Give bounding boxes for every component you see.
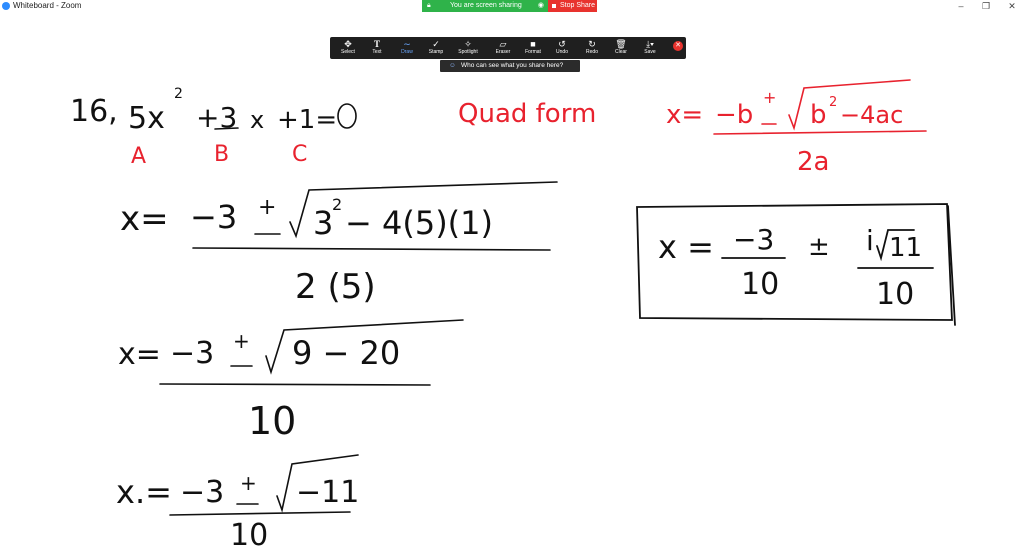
- problem-equation: 16, 5x 2 +3 x +1=: [70, 86, 357, 136]
- step-2: x= −3 + 9 − 20 10: [118, 319, 464, 443]
- svg-text:−3: −3: [190, 198, 237, 236]
- svg-text:x.=: x.=: [116, 473, 172, 511]
- svg-text:10: 10: [230, 518, 268, 553]
- svg-text:+: +: [763, 88, 776, 107]
- svg-text:2: 2: [829, 95, 837, 110]
- svg-text:16,: 16,: [70, 94, 118, 129]
- svg-text:+: +: [258, 195, 276, 220]
- svg-text:3: 3: [313, 204, 333, 242]
- svg-text:10: 10: [248, 399, 296, 443]
- svg-text:−4ac: −4ac: [840, 101, 903, 129]
- svg-text:5x: 5x: [128, 101, 165, 136]
- svg-text:−3: −3: [180, 475, 224, 510]
- svg-text:x =: x =: [658, 228, 714, 266]
- svg-text:2a: 2a: [797, 147, 829, 177]
- svg-text:−b: −b: [715, 100, 753, 130]
- step-3: x.= −3 + −11 10: [116, 454, 359, 553]
- svg-text:x=: x=: [120, 199, 169, 239]
- coeff-c-label: C: [292, 142, 307, 167]
- svg-text:±: ±: [808, 232, 830, 262]
- svg-text:− 4(5)(1): − 4(5)(1): [345, 204, 493, 242]
- svg-text:−3: −3: [170, 336, 214, 371]
- svg-text:b: b: [810, 100, 827, 130]
- svg-text:x=: x=: [666, 100, 703, 130]
- svg-text:11: 11: [889, 233, 922, 263]
- svg-text:+1=: +1=: [277, 105, 337, 135]
- svg-text:2 (5): 2 (5): [295, 267, 376, 307]
- svg-text:9 − 20: 9 − 20: [292, 334, 400, 372]
- step-1: x= −3 + 3 2 − 4(5)(1) 2 (5): [120, 181, 558, 307]
- quadratic-formula: x= −b + b 2 −4ac 2a: [666, 79, 927, 177]
- svg-text:10: 10: [876, 277, 914, 312]
- svg-text:x: x: [250, 106, 264, 134]
- coeff-b-label: B: [214, 142, 229, 167]
- svg-text:x=: x=: [118, 337, 161, 372]
- svg-text:−11: −11: [296, 475, 359, 510]
- svg-text:10: 10: [741, 267, 779, 302]
- svg-text:+: +: [240, 471, 257, 495]
- coefficient-labels: A B C: [131, 142, 307, 169]
- boxed-answer: x = −3 10 ± i 11 10: [636, 203, 956, 326]
- whiteboard-canvas[interactable]: 16, 5x 2 +3 x +1= A B C Quad form x= −b …: [0, 0, 1024, 560]
- coeff-a-label: A: [131, 144, 146, 169]
- svg-text:+: +: [233, 329, 250, 353]
- svg-text:2: 2: [174, 86, 183, 102]
- svg-text:−3: −3: [733, 223, 774, 256]
- svg-text:i: i: [866, 224, 874, 257]
- quad-form-label: Quad form: [458, 99, 596, 129]
- svg-text:2: 2: [332, 195, 342, 214]
